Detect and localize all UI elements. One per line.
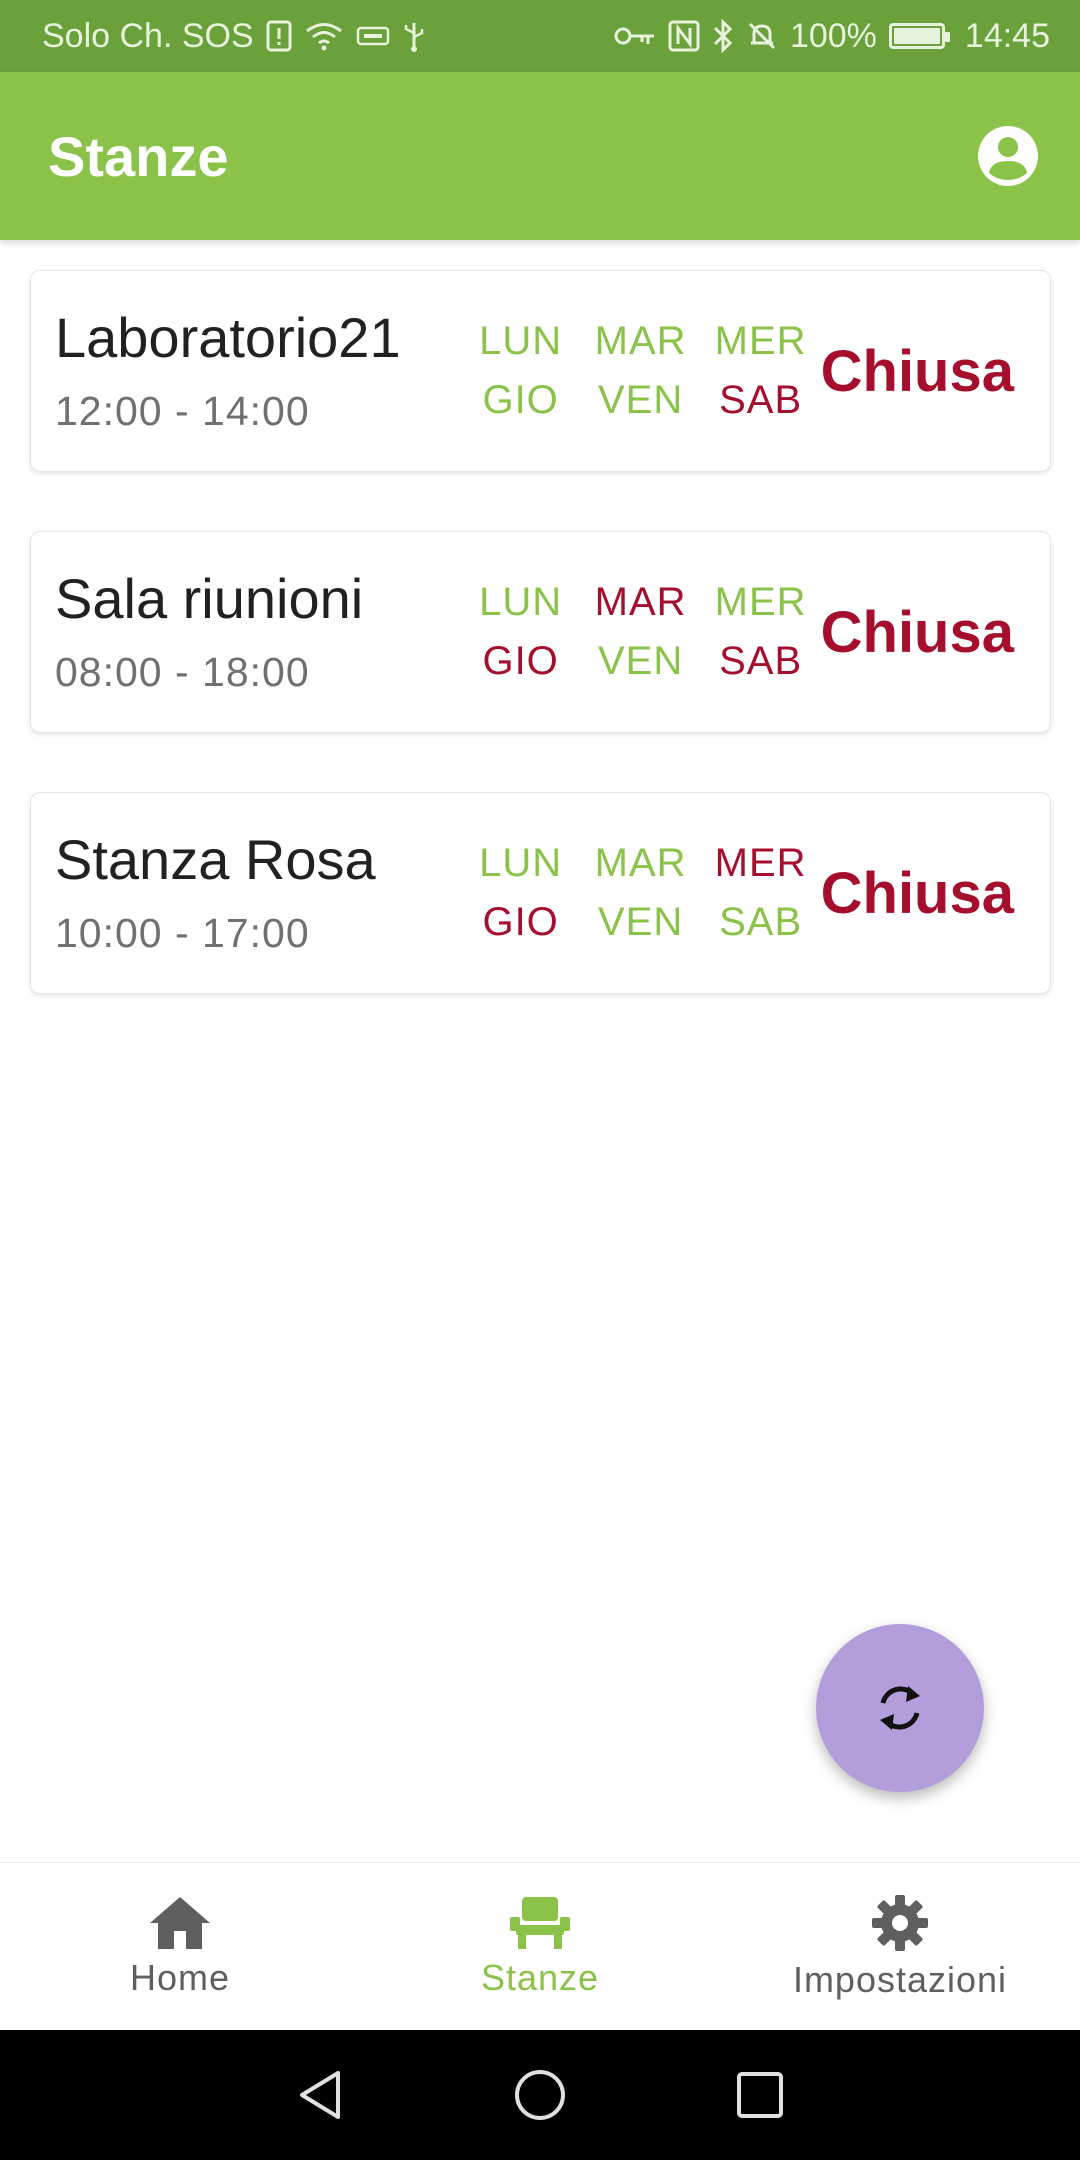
system-back-button[interactable] (290, 2065, 350, 2125)
usb-icon (402, 19, 426, 53)
day-label: GIO (482, 639, 559, 683)
battery-percent: 100% (789, 16, 877, 55)
bluetooth-icon (712, 19, 734, 53)
carrier-label: Solo Ch. SOS (42, 16, 254, 55)
room-hours: 10:00 - 17:00 (55, 910, 310, 957)
day-label: VEN (598, 378, 684, 422)
day-label: GIO (482, 378, 559, 422)
vpn-icon (356, 25, 390, 47)
page-title: Stanze (48, 124, 229, 188)
bell-off-icon (746, 20, 778, 52)
day-label: MAR (594, 580, 687, 624)
refresh-icon (880, 1686, 920, 1730)
home-circle-icon (515, 2070, 565, 2120)
bottom-navigation: Home Stanze Impostazioni (0, 1862, 1080, 2030)
day-label: VEN (598, 639, 684, 683)
status-right: 100% 14:45 (614, 17, 1050, 56)
room-info: Stanza Rosa 10:00 - 17:00 (55, 829, 459, 958)
room-card[interactable]: Sala riunioni 08:00 - 18:00 LUN MAR MER … (30, 531, 1051, 733)
system-navigation-bar (0, 2030, 1080, 2160)
day-label: MER (714, 580, 807, 624)
room-name: Laboratorio21 (55, 305, 401, 369)
day-label: SAB (719, 378, 803, 422)
back-icon (300, 2071, 340, 2119)
system-recents-button[interactable] (730, 2065, 790, 2125)
room-card[interactable]: Laboratorio21 12:00 - 14:00 LUN MAR MER … (30, 270, 1051, 472)
room-status: Chiusa (820, 338, 1014, 404)
room-hours: 08:00 - 18:00 (55, 649, 310, 696)
room-info: Sala riunioni 08:00 - 18:00 (55, 568, 459, 697)
room-status: Chiusa (820, 860, 1014, 926)
seat-icon (510, 1896, 570, 1949)
room-list: Laboratorio21 12:00 - 14:00 LUN MAR MER … (30, 270, 1051, 1053)
system-home-button[interactable] (510, 2065, 570, 2125)
day-label: VEN (598, 900, 684, 944)
day-label: LUN (479, 319, 563, 363)
room-days: LUN MAR MER GIO VEN SAB (461, 841, 821, 945)
account-button[interactable] (976, 124, 1040, 188)
day-label: MER (714, 841, 807, 885)
day-label: GIO (482, 900, 559, 944)
nav-item-impostazioni[interactable]: Impostazioni (720, 1863, 1080, 2030)
nav-item-stanze[interactable]: Stanze (360, 1863, 720, 2030)
refresh-button[interactable] (816, 1624, 984, 1792)
room-name: Sala riunioni (55, 566, 364, 630)
status-left: Solo Ch. SOS (42, 17, 426, 56)
wifi-icon (304, 20, 344, 52)
room-info: Laboratorio21 12:00 - 14:00 (55, 307, 459, 436)
gear-icon (872, 1894, 928, 1951)
clock: 14:45 (964, 16, 1050, 55)
room-days: LUN MAR MER GIO VEN SAB (461, 580, 821, 684)
nav-label: Stanze (480, 1956, 600, 1998)
battery-icon (888, 23, 950, 49)
day-label: MER (714, 319, 807, 363)
home-icon (150, 1896, 210, 1949)
day-label: LUN (479, 841, 563, 885)
account-circle-icon (978, 126, 1038, 186)
nav-item-home[interactable]: Home (0, 1863, 360, 2030)
day-label: MAR (594, 319, 687, 363)
nav-label: Home (129, 1956, 231, 1998)
room-status: Chiusa (820, 599, 1014, 665)
app-bar: Stanze (0, 72, 1080, 240)
room-hours: 12:00 - 14:00 (55, 388, 310, 435)
room-days: LUN MAR MER GIO VEN SAB (461, 319, 821, 423)
key-icon (614, 24, 656, 48)
day-label: SAB (719, 639, 803, 683)
room-name: Stanza Rosa (55, 827, 376, 891)
room-card[interactable]: Stanza Rosa 10:00 - 17:00 LUN MAR MER GI… (30, 792, 1051, 994)
day-label: LUN (479, 580, 563, 624)
recents-icon (737, 2072, 783, 2118)
nfc-icon (668, 20, 700, 52)
sim-alert-icon (266, 20, 292, 52)
nav-label: Impostazioni (792, 1958, 1008, 2000)
day-label: SAB (719, 900, 803, 944)
day-label: MAR (594, 841, 687, 885)
status-bar: Solo Ch. SOS 100% 14:45 (0, 0, 1080, 72)
